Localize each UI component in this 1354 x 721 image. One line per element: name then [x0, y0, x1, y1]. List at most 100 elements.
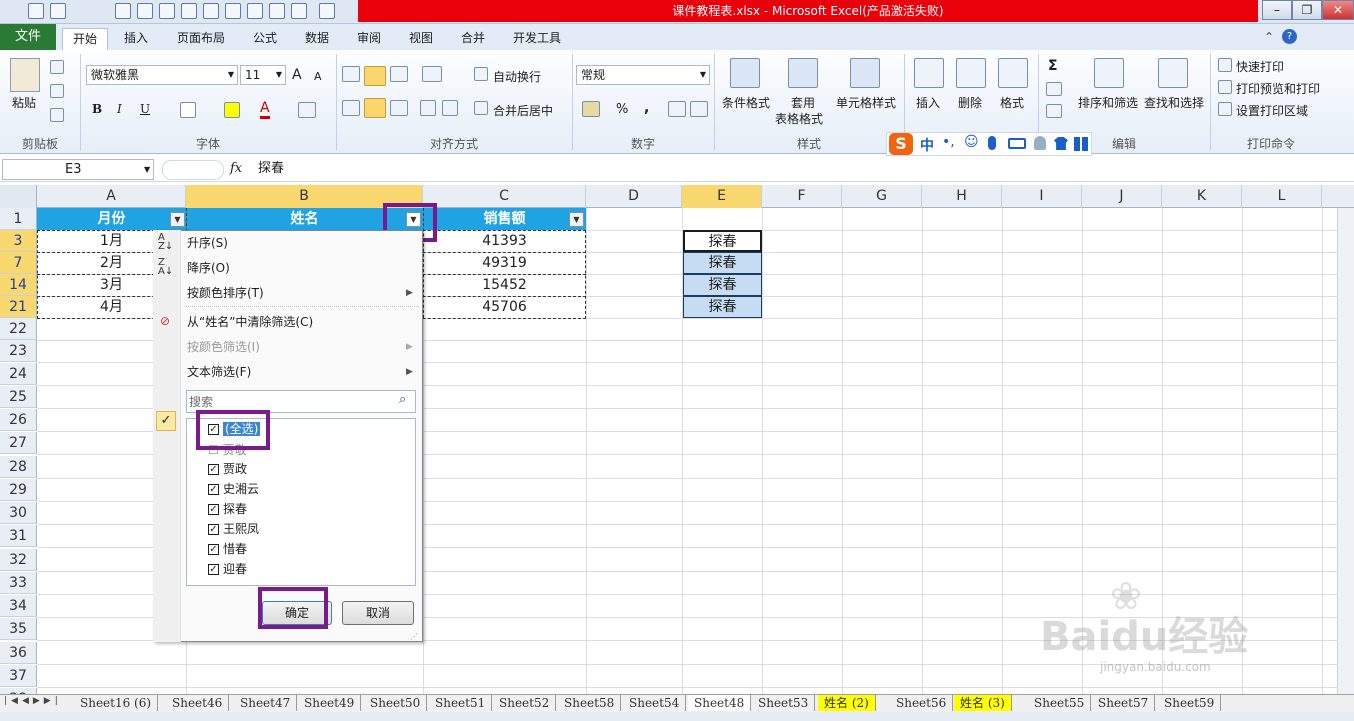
row-header[interactable]: 28	[0, 456, 37, 478]
filter-dropdown-icon[interactable]: ▼	[170, 212, 185, 227]
row-header[interactable]: 22	[0, 318, 37, 340]
underline-button[interactable]: U	[140, 102, 150, 116]
formula-bar-resize[interactable]	[162, 160, 224, 180]
print-preview-button[interactable]: 打印预览和打印	[1236, 80, 1320, 97]
sheet-tab[interactable]: Sheet54	[623, 695, 687, 711]
col-header-k[interactable]: K	[1162, 185, 1242, 208]
col-header-c[interactable]: C	[423, 185, 586, 208]
punct-icon[interactable]: •,	[942, 134, 955, 150]
checkbox[interactable]: ✓	[208, 524, 219, 535]
conditional-format-icon[interactable]	[730, 58, 760, 88]
sheet-nav-icons[interactable]: |◀◀▶▶|	[4, 696, 62, 706]
orientation-icon[interactable]	[422, 66, 442, 82]
format-painter-icon[interactable]	[50, 108, 64, 122]
find-select-button[interactable]: 查找和选择	[1144, 94, 1204, 111]
comma-button[interactable]: ,	[644, 100, 649, 116]
row-header[interactable]: 27	[0, 432, 37, 454]
fill-icon[interactable]	[1046, 82, 1062, 96]
formula-icon[interactable]	[203, 3, 219, 19]
number-format-combo[interactable]: 常规 ▼	[576, 65, 710, 85]
wrap-text-button[interactable]: 自动换行	[493, 68, 541, 85]
row-header[interactable]: 35	[0, 618, 37, 640]
print-preview-icon[interactable]	[137, 3, 153, 19]
paste-button-icon[interactable]	[10, 58, 40, 92]
filter-dropdown-icon[interactable]: ▼	[569, 212, 584, 227]
name-box[interactable]: E3	[2, 159, 154, 180]
tab-page-layout[interactable]: 页面布局	[170, 28, 232, 50]
find-select-icon[interactable]	[1158, 58, 1188, 88]
vertical-scrollbar[interactable]	[1337, 208, 1354, 694]
increase-indent-icon[interactable]	[442, 100, 458, 116]
paste-icon[interactable]	[291, 3, 307, 19]
spelling-icon[interactable]	[159, 3, 175, 19]
tab-data[interactable]: 数据	[296, 28, 338, 50]
search-icon[interactable]: ⌕	[399, 392, 406, 407]
phonetic-icon[interactable]	[298, 102, 316, 118]
row-header[interactable]: 34	[0, 595, 37, 617]
filter-list-item[interactable]: ✓ 探春	[208, 499, 247, 519]
print-preview-button-icon[interactable]	[1218, 80, 1232, 94]
row-header[interactable]: 24	[0, 363, 37, 385]
bold-button[interactable]: B	[92, 102, 102, 116]
col-header-e[interactable]: E	[682, 185, 762, 208]
currency-icon[interactable]	[582, 101, 600, 117]
sort-filter-icon[interactable]	[1094, 58, 1124, 88]
quick-print-icon[interactable]	[1218, 58, 1232, 72]
checkbox[interactable]: ✓	[208, 564, 219, 575]
row-header[interactable]: 26	[0, 409, 37, 431]
wrap-text-icon[interactable]	[474, 67, 488, 81]
row-header[interactable]: 33	[0, 572, 37, 594]
cell-styles-icon[interactable]	[850, 58, 880, 88]
tab-formulas[interactable]: 公式	[244, 28, 286, 50]
sheet-tab[interactable]: Sheet59	[1158, 695, 1222, 711]
sales-cell[interactable]: 49319	[423, 252, 586, 274]
align-middle-icon[interactable]	[364, 66, 386, 86]
chart-icon[interactable]	[247, 3, 263, 19]
tab-home[interactable]: 开始	[62, 28, 108, 50]
filter-list-item[interactable]: ✓ 史湘云	[208, 479, 259, 499]
paste-button[interactable]: 粘贴	[12, 94, 36, 111]
sort-filter-button[interactable]: 排序和筛选	[1078, 94, 1138, 111]
sheet-tab[interactable]: Sheet47	[234, 695, 298, 711]
row-header[interactable]: 32	[0, 549, 37, 571]
align-top-icon[interactable]	[342, 66, 360, 82]
col-header-i[interactable]: I	[1002, 185, 1082, 208]
help-icon[interactable]: ?	[1282, 29, 1297, 44]
e-cell[interactable]: 探春	[683, 274, 762, 296]
font-size-combo[interactable]: 11 ▼	[240, 65, 286, 85]
sheet-tab[interactable]: Sheet48	[688, 695, 752, 711]
row-header[interactable]: 29	[0, 479, 37, 501]
sogou-logo-icon[interactable]: S	[889, 133, 913, 155]
sheet-tab[interactable]: Sheet51	[429, 695, 493, 711]
col-header-h[interactable]: H	[922, 185, 1002, 208]
border-icon[interactable]	[180, 102, 196, 118]
autosum-button[interactable]: Σ	[1048, 58, 1058, 74]
row-header[interactable]: 30	[0, 502, 37, 524]
print-area-button[interactable]: 设置打印区域	[1236, 102, 1308, 119]
copy-icon[interactable]	[50, 84, 64, 98]
format-cells-icon[interactable]	[998, 58, 1028, 88]
decrease-indent-icon[interactable]	[420, 100, 436, 116]
resize-grip-icon[interactable]: ⋰	[410, 632, 418, 641]
new-doc-icon[interactable]	[269, 3, 285, 19]
e-cell[interactable]: 探春	[683, 296, 762, 318]
decrease-decimal-icon[interactable]	[690, 101, 708, 117]
header-cell-month[interactable]: 月份	[37, 208, 186, 230]
percent-button[interactable]: %	[616, 102, 628, 117]
align-left-icon[interactable]	[342, 100, 360, 116]
quick-print-button[interactable]: 快速打印	[1236, 58, 1284, 75]
merge-center-icon[interactable]	[474, 101, 488, 115]
tab-merge[interactable]: 合并	[452, 28, 494, 50]
select-all-corner[interactable]	[0, 185, 37, 208]
sheet-tab[interactable]: 姓名 (2)	[818, 695, 876, 711]
col-header-d[interactable]: D	[586, 185, 682, 208]
col-header-l[interactable]: L	[1242, 185, 1322, 208]
minimize-button[interactable]: –	[1262, 0, 1292, 20]
ime-lang-toggle[interactable]: 中	[920, 135, 934, 155]
conditional-format-button[interactable]: 条件格式	[722, 94, 770, 111]
sheet-tab[interactable]: Sheet52	[493, 695, 557, 711]
fx-button[interactable]: fx	[230, 161, 242, 176]
col-header-j[interactable]: J	[1082, 185, 1162, 208]
row-header[interactable]: 23	[0, 340, 37, 362]
col-header-g[interactable]: G	[842, 185, 922, 208]
